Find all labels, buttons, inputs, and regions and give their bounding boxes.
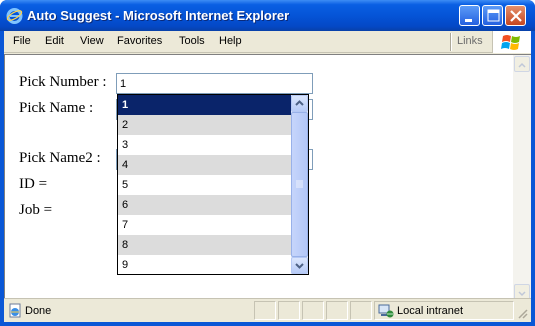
windows-flag-icon xyxy=(501,35,520,50)
pick-number-label: Pick Number : xyxy=(19,74,107,90)
scroll-down-button[interactable] xyxy=(291,257,308,274)
pick-number-input[interactable]: 1 xyxy=(116,73,313,94)
intranet-zone-icon xyxy=(378,304,394,318)
browser-client: File Edit View Favorites Tools Help Link… xyxy=(4,31,531,322)
chevron-down-icon xyxy=(295,263,304,269)
close-icon xyxy=(510,10,522,22)
status-cell xyxy=(302,301,324,320)
pick-name2-label: Pick Name2 : xyxy=(19,150,101,166)
close-button[interactable] xyxy=(505,5,526,26)
page-content: Pick Number : 1 Pick Name : Pick Name2 :… xyxy=(4,54,513,302)
scroll-thumb[interactable] xyxy=(291,112,308,257)
resize-grip-icon[interactable] xyxy=(516,307,528,319)
suggest-item[interactable]: 1 xyxy=(118,95,291,115)
page-scroll-up[interactable] xyxy=(514,56,530,72)
links-toolbar[interactable]: Links xyxy=(457,35,483,47)
job-label: Job = xyxy=(19,202,53,218)
pick-name-label: Pick Name : xyxy=(19,100,94,116)
suggest-item[interactable]: 5 xyxy=(118,175,291,195)
page-scrollbar[interactable] xyxy=(513,54,531,302)
chevron-up-icon xyxy=(518,62,526,68)
suggest-item[interactable]: 3 xyxy=(118,135,291,155)
menu-help[interactable]: Help xyxy=(219,35,242,47)
menu-edit[interactable]: Edit xyxy=(45,35,64,47)
scroll-up-button[interactable] xyxy=(291,95,308,112)
minimize-button[interactable] xyxy=(459,5,480,26)
status-cell xyxy=(350,301,372,320)
suggest-item[interactable]: 4 xyxy=(118,155,291,175)
suggest-item[interactable]: 6 xyxy=(118,195,291,215)
status-cell xyxy=(254,301,276,320)
maximize-icon xyxy=(487,9,500,22)
maximize-button[interactable] xyxy=(482,5,503,26)
minimize-icon xyxy=(465,19,472,22)
status-text: Done xyxy=(25,305,52,317)
chevron-up-icon xyxy=(295,100,304,106)
menu-favorites[interactable]: Favorites xyxy=(117,35,162,47)
page-icon xyxy=(9,303,21,318)
title-bar[interactable]: Auto Suggest - Microsoft Internet Explor… xyxy=(0,0,535,31)
suggest-scrollbar[interactable] xyxy=(291,95,308,274)
menu-separator xyxy=(450,33,452,51)
menu-file[interactable]: File xyxy=(13,35,31,47)
suggest-dropdown[interactable]: 1 2 3 4 5 6 7 8 9 xyxy=(117,94,309,275)
browser-window: Auto Suggest - Microsoft Internet Explor… xyxy=(0,0,535,326)
status-cell xyxy=(326,301,348,320)
zone-label: Local intranet xyxy=(397,305,464,317)
id-label: ID = xyxy=(19,176,48,192)
status-bar: Done Local intranet xyxy=(4,298,531,322)
suggest-item[interactable]: 2 xyxy=(118,115,291,135)
status-cell xyxy=(278,301,300,320)
menu-view[interactable]: View xyxy=(80,35,104,47)
suggest-item[interactable]: 9 xyxy=(118,255,291,275)
window-title: Auto Suggest - Microsoft Internet Explor… xyxy=(27,8,290,23)
menu-bar: File Edit View Favorites Tools Help Link… xyxy=(4,31,531,53)
suggest-item[interactable]: 7 xyxy=(118,215,291,235)
suggest-item[interactable]: 8 xyxy=(118,235,291,255)
windows-flag xyxy=(492,31,531,53)
ie-logo-icon xyxy=(6,8,23,24)
menu-tools[interactable]: Tools xyxy=(179,35,205,47)
zone-cell: Local intranet xyxy=(374,301,514,320)
grip-icon xyxy=(296,180,303,188)
